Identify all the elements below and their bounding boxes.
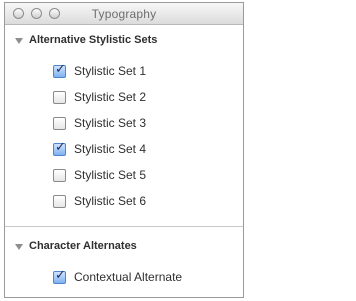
option-stylistic-set-2[interactable]: Stylistic Set 2 xyxy=(53,88,146,106)
checkbox-unchecked[interactable] xyxy=(53,168,66,182)
option-label: Stylistic Set 3 xyxy=(74,116,147,130)
option-label: Stylistic Set 2 xyxy=(74,90,147,104)
option-stylistic-set-6[interactable]: Stylistic Set 6 xyxy=(53,192,146,210)
option-stylistic-set-4[interactable]: ✓ Stylistic Set 4 xyxy=(53,140,146,158)
option-label: Contextual Alternate xyxy=(74,270,183,284)
option-stylistic-set-3[interactable]: Stylistic Set 3 xyxy=(53,114,146,132)
checkbox-checked[interactable]: ✓ xyxy=(53,139,66,156)
section-alternative-stylistic-sets-header[interactable]: Alternative Stylistic Sets xyxy=(15,31,157,49)
checkmark-icon: ✓ xyxy=(55,267,66,283)
option-label: Stylistic Set 4 xyxy=(74,142,147,156)
window-title: Typography xyxy=(91,7,157,21)
section-title: Alternative Stylistic Sets xyxy=(29,34,158,46)
section-title: Character Alternates xyxy=(29,240,137,252)
checkbox-unchecked[interactable] xyxy=(53,116,66,130)
option-label: Stylistic Set 6 xyxy=(74,194,147,208)
checkbox-unchecked[interactable] xyxy=(53,194,66,208)
disclosure-triangle-icon[interactable] xyxy=(15,37,23,44)
option-label: Stylistic Set 1 xyxy=(74,64,147,78)
checkbox-checked[interactable]: ✓ xyxy=(53,267,66,284)
checkmark-icon: ✓ xyxy=(55,139,66,155)
checkbox-checked[interactable]: ✓ xyxy=(53,61,66,78)
typography-window: Typography Alternative Stylistic Sets ✓ … xyxy=(4,2,244,298)
typography-panel: Alternative Stylistic Sets ✓ Stylistic S… xyxy=(5,25,243,297)
section-character-alternates-header[interactable]: Character Alternates xyxy=(15,237,137,255)
option-contextual-alternate[interactable]: ✓ Contextual Alternate xyxy=(53,268,182,286)
disclosure-triangle-icon[interactable] xyxy=(15,243,23,250)
title-bar: Typography xyxy=(5,3,243,25)
option-label: Stylistic Set 5 xyxy=(74,168,147,182)
option-stylistic-set-5[interactable]: Stylistic Set 5 xyxy=(53,166,146,184)
section-divider xyxy=(5,226,243,227)
checkbox-unchecked[interactable] xyxy=(53,90,66,104)
checkmark-icon: ✓ xyxy=(55,61,66,77)
option-stylistic-set-1[interactable]: ✓ Stylistic Set 1 xyxy=(53,62,146,80)
